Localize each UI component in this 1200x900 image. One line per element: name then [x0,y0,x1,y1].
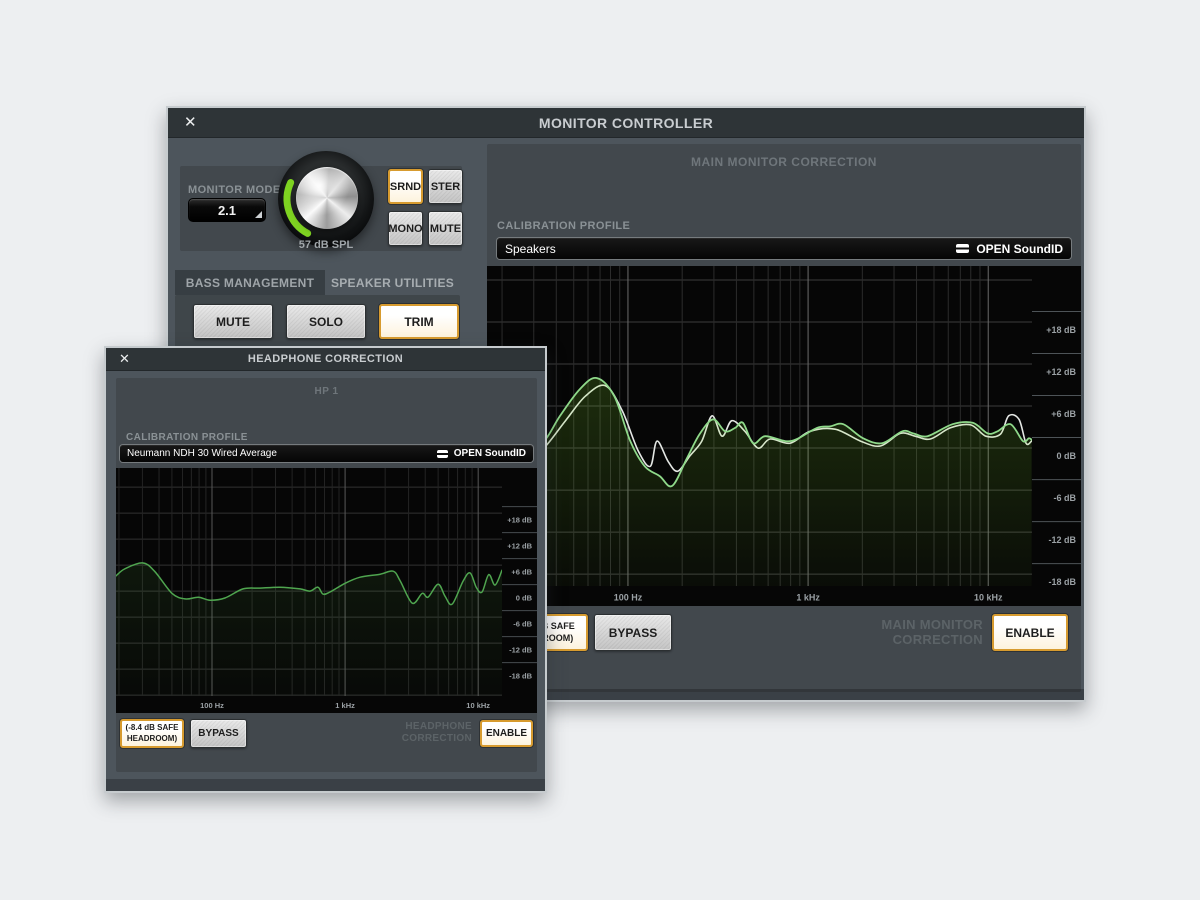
svg-text:10 kHz: 10 kHz [466,701,490,710]
main-correction-footer-label: MAIN MONITOR CORRECTION [768,618,983,648]
volume-knob[interactable] [278,151,374,247]
window-bottom-bezel [106,779,545,791]
svg-text:-12 dB: -12 dB [509,646,533,655]
monitor-mode-value: 2.1 [218,203,236,218]
footer-label-line2: CORRECTION [402,733,472,744]
svg-text:-18 dB: -18 dB [1048,577,1076,587]
headphone-profile-value: Neumann NDH 30 Wired Average [127,448,437,459]
mute-mode-button[interactable]: MUTE [428,211,463,246]
svg-text:+18 dB: +18 dB [1046,325,1076,335]
utility-mute-button[interactable]: MUTE [193,304,273,339]
safe-headroom-line2: HEADROOM) [127,734,177,743]
window-title: MONITOR CONTROLLER [168,115,1084,131]
open-soundid-button[interactable]: OPEN SoundID [437,448,526,459]
knob-cap [296,167,358,229]
hp-output-label: HP 1 [116,386,537,397]
svg-text:0 dB: 0 dB [1056,451,1076,461]
monitor-mode-label: MONITOR MODE [188,184,281,196]
svg-text:-6 dB: -6 dB [513,620,532,629]
headphone-response-graph: +18 dB +12 dB +6 dB 0 dB -6 dB -12 dB -18 dB 10… [116,468,537,713]
tab-speaker-utilities[interactable]: SPEAKER UTILITIES [325,270,460,295]
open-soundid-icon [437,450,448,458]
svg-text:100 Hz: 100 Hz [614,592,643,602]
svg-text:-6 dB: -6 dB [1054,493,1077,503]
footer-label-line2: CORRECTION [893,632,983,647]
utility-solo-button[interactable]: SOLO [286,304,366,339]
open-soundid-button[interactable]: OPEN SoundID [956,242,1063,256]
hp-enable-button[interactable]: ENABLE [480,720,533,747]
open-soundid-label: OPEN SoundID [454,448,526,459]
svg-text:10 kHz: 10 kHz [974,592,1003,602]
calibration-profile-value: Speakers [505,242,956,256]
window-title: HEADPHONE CORRECTION [106,353,545,365]
svg-text:+12 dB: +12 dB [1046,367,1076,377]
hp-safe-headroom-button[interactable]: (-8.4 dB SAFE HEADROOM) [120,719,184,748]
monitor-window-titlebar: ✕ MONITOR CONTROLLER [168,108,1084,138]
open-soundid-icon [956,244,969,253]
tab-bass-management[interactable]: BASS MANAGEMENT [175,270,325,295]
svg-text:-12 dB: -12 dB [1048,535,1076,545]
utility-trim-button[interactable]: TRIM [379,304,459,339]
safe-headroom-line1: (-8.4 dB SAFE [126,723,179,732]
main-enable-button[interactable]: ENABLE [992,614,1068,651]
ster-button[interactable]: STER [428,169,463,204]
srnd-button[interactable]: SRND [388,169,423,204]
headphone-correction-window: ✕ HEADPHONE CORRECTION HP 1 CALIBRATION … [104,346,547,793]
calibration-profile-label: CALIBRATION PROFILE [126,432,248,443]
svg-text:-18 dB: -18 dB [509,672,533,681]
main-bypass-button[interactable]: BYPASS [594,614,672,651]
monitor-mode-select[interactable]: 2.1 [188,198,266,222]
svg-text:+18 dB: +18 dB [507,516,532,525]
headphone-profile-select[interactable]: Neumann NDH 30 Wired Average OPEN SoundI… [120,445,533,462]
open-soundid-label: OPEN SoundID [976,242,1063,256]
svg-text:+12 dB: +12 dB [507,542,532,551]
svg-text:+6 dB: +6 dB [1051,409,1076,419]
knob-spl-caption: 57 dB SPL [278,239,374,251]
dropdown-corner-icon [255,211,262,218]
svg-text:0 dB: 0 dB [516,594,533,603]
footer-label-line1: HEADPHONE [405,721,472,732]
svg-text:100 Hz: 100 Hz [200,701,224,710]
headphone-window-titlebar: ✕ HEADPHONE CORRECTION [106,348,545,371]
hp-bypass-button[interactable]: BYPASS [190,719,247,748]
main-response-graph: +18 dB +12 dB +6 dB 0 dB -6 dB -12 dB -18 dB 10… [487,266,1081,606]
svg-text:+6 dB: +6 dB [511,568,532,577]
hp-correction-footer-label: HEADPHONE CORRECTION [286,721,472,744]
svg-text:1 kHz: 1 kHz [335,701,355,710]
footer-label-line1: MAIN MONITOR [881,617,983,632]
mono-button[interactable]: MONO [388,211,423,246]
calibration-profile-label: CALIBRATION PROFILE [497,220,630,232]
main-correction-header: MAIN MONITOR CORRECTION [487,155,1081,169]
calibration-profile-select[interactable]: Speakers OPEN SoundID [497,238,1071,259]
svg-text:1 kHz: 1 kHz [796,592,820,602]
